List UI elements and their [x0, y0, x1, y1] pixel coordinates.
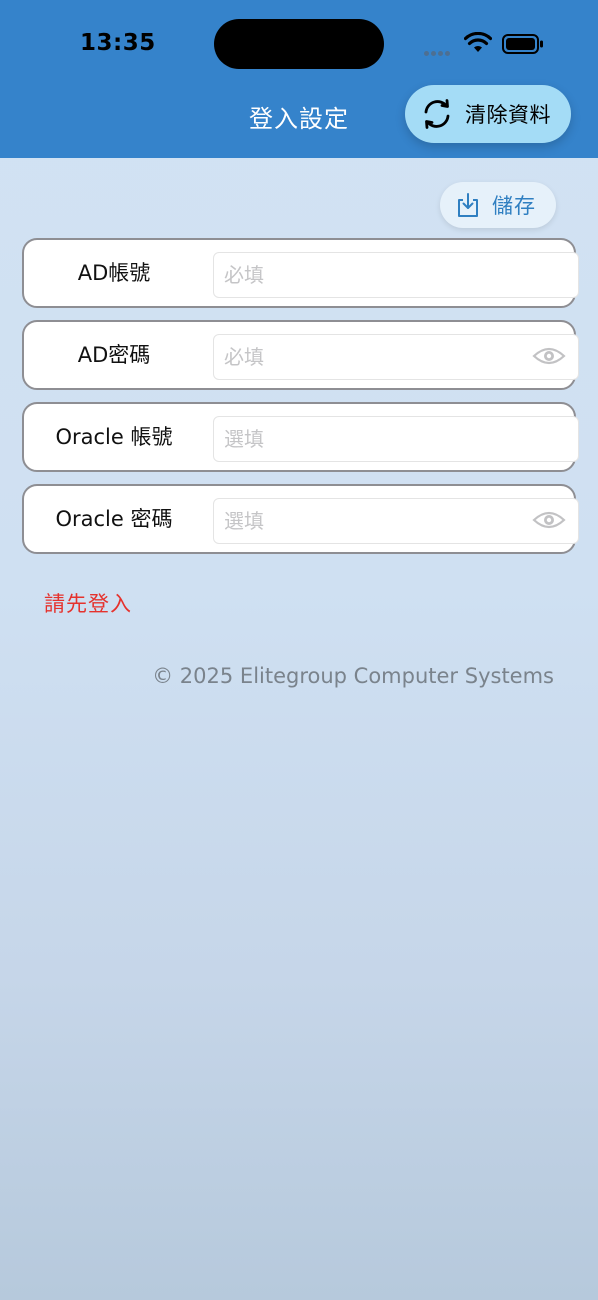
ad-password-row: AD密碼: [22, 320, 579, 390]
clear-data-label: 清除資料: [465, 103, 551, 127]
app-header: 13:35 登入設定 清除資料: [0, 0, 598, 158]
oracle-account-input[interactable]: [213, 416, 579, 462]
ad-password-label: AD密碼: [77, 343, 151, 367]
save-label: 儲存: [492, 194, 536, 218]
clear-data-button[interactable]: 清除資料: [405, 85, 571, 143]
oracle-password-row: Oracle 密碼: [22, 484, 579, 554]
dynamic-island: [214, 19, 384, 69]
battery-icon: [502, 34, 543, 54]
oracle-account-label: Oracle 帳號: [55, 425, 173, 449]
copyright-footer: © 2025 Elitegroup Computer Systems: [152, 664, 554, 688]
download-tray-icon: [458, 193, 478, 217]
ad-password-input[interactable]: [213, 334, 579, 380]
eye-icon[interactable]: [532, 508, 566, 532]
ad-account-row: AD帳號: [22, 238, 579, 308]
ad-account-label: AD帳號: [77, 261, 151, 285]
oracle-account-row: Oracle 帳號: [22, 402, 579, 472]
save-button[interactable]: 儲存: [440, 182, 556, 228]
status-time: 13:35: [80, 30, 156, 56]
ad-account-input[interactable]: [213, 252, 579, 298]
login-status-message: 請先登入: [44, 592, 132, 616]
eye-icon[interactable]: [532, 344, 566, 368]
oracle-password-label: Oracle 密碼: [55, 507, 173, 531]
wifi-icon: [464, 32, 492, 52]
signal-icon: [424, 41, 456, 56]
refresh-icon: [424, 99, 450, 129]
oracle-password-input[interactable]: [213, 498, 579, 544]
